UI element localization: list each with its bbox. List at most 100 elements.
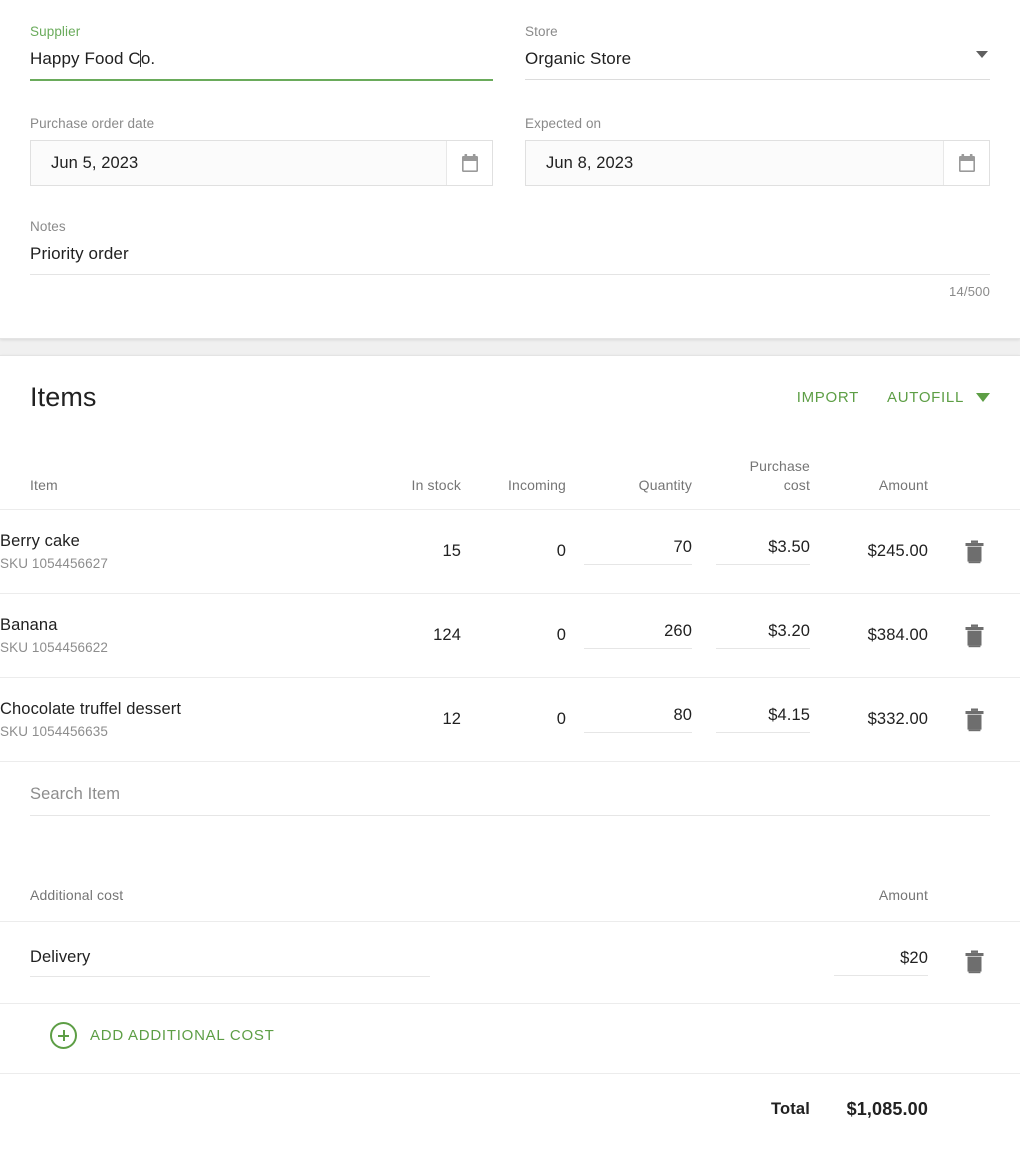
item-purchase-cost-cell: $3.50: [692, 510, 810, 594]
item-name: Chocolate truffel dessert: [0, 698, 348, 720]
additional-cost-spacer-2: [461, 840, 566, 922]
chevron-down-icon[interactable]: [976, 51, 988, 58]
trash-icon: [964, 950, 985, 974]
additional-cost-spacer-5: [928, 840, 1020, 922]
total-trailing-cell: [928, 1073, 1020, 1145]
supplier-label: Supplier: [30, 23, 493, 40]
delete-item-button[interactable]: [957, 703, 991, 737]
supplier-value-after-caret: o.: [141, 49, 155, 68]
additional-cost-name-input[interactable]: Delivery: [30, 948, 430, 977]
item-cell: Berry cake SKU 1054456627: [0, 510, 348, 594]
item-amount: $245.00: [810, 510, 928, 594]
supplier-underline: [30, 79, 493, 81]
item-delete-cell: [928, 594, 1020, 678]
supplier-value-before-caret: Happy Food C: [30, 49, 141, 68]
item-name: Berry cake: [0, 530, 348, 552]
notes-field[interactable]: Notes Priority order 14/500: [30, 218, 990, 299]
supplier-input[interactable]: Happy Food Co.: [30, 48, 493, 79]
quantity-input[interactable]: 70: [584, 538, 692, 565]
add-additional-cost-row: ADD ADDITIONAL COST: [0, 1003, 1020, 1073]
add-additional-cost-button[interactable]: ADD ADDITIONAL COST: [50, 1022, 275, 1049]
items-card: Items IMPORT AUTOFILL Item In stock Inco…: [0, 355, 1020, 1153]
column-header-amount: Amount: [810, 413, 928, 510]
items-table: Item In stock Incoming Quantity Purchase…: [0, 413, 1020, 1145]
add-additional-cost-label: ADD ADDITIONAL COST: [90, 1027, 275, 1044]
search-item-input[interactable]: Search Item: [30, 785, 990, 816]
item-incoming: 0: [461, 678, 566, 762]
store-field[interactable]: Store Organic Store: [525, 23, 990, 81]
store-label: Store: [525, 23, 990, 40]
purchase-cost-line2: cost: [784, 477, 810, 493]
item-incoming: 0: [461, 510, 566, 594]
column-header-purchase-cost: Purchase cost: [692, 413, 810, 510]
trash-icon: [964, 708, 985, 732]
purchase-order-page: Supplier Happy Food Co. Store Organic St…: [0, 0, 1020, 1153]
column-header-in-stock: In stock: [348, 413, 461, 510]
expected-on-input[interactable]: Jun 8, 2023: [526, 141, 943, 185]
item-purchase-cost-cell: $3.20: [692, 594, 810, 678]
table-row: Chocolate truffel dessert SKU 1054456635…: [0, 678, 1020, 762]
item-sku: SKU 1054456627: [0, 554, 348, 573]
items-header: Items IMPORT AUTOFILL: [0, 356, 1020, 413]
item-quantity-cell: 70: [566, 510, 692, 594]
store-select-value[interactable]: Organic Store: [525, 48, 990, 79]
expected-on-field[interactable]: Expected on Jun 8, 2023: [525, 115, 990, 186]
purchase-order-date-label: Purchase order date: [30, 115, 493, 132]
column-header-item: Item: [0, 413, 348, 510]
quantity-input[interactable]: 260: [584, 622, 692, 649]
item-name: Banana: [0, 614, 348, 636]
additional-cost-spacer-3: [566, 840, 692, 922]
column-header-quantity: Quantity: [566, 413, 692, 510]
item-cell: Banana SKU 1054456622: [0, 594, 348, 678]
additional-cost-gap-cell: [692, 921, 810, 1003]
item-incoming: 0: [461, 594, 566, 678]
item-amount: $332.00: [810, 678, 928, 762]
delete-additional-cost-button[interactable]: [957, 945, 991, 979]
quantity-input[interactable]: 80: [584, 706, 692, 733]
additional-cost-amount-cell: $20: [810, 921, 928, 1003]
purchase-order-date-field[interactable]: Purchase order date Jun 5, 2023: [30, 115, 493, 186]
additional-cost-amount-input[interactable]: $20: [834, 949, 928, 976]
total-spacer-cell: [0, 1073, 692, 1145]
trash-icon: [964, 624, 985, 648]
item-sku: SKU 1054456635: [0, 722, 348, 741]
notes-label: Notes: [30, 218, 990, 235]
notes-input[interactable]: Priority order: [30, 243, 990, 274]
additional-cost-spacer-1: [348, 840, 461, 922]
purchase-cost-input[interactable]: $3.20: [716, 622, 810, 649]
order-details-card: Supplier Happy Food Co. Store Organic St…: [0, 0, 1020, 339]
expected-on-box[interactable]: Jun 8, 2023: [525, 140, 990, 186]
notes-char-counter: 14/500: [30, 275, 990, 299]
import-button[interactable]: IMPORT: [797, 389, 859, 406]
trash-icon: [964, 540, 985, 564]
search-item-row: Search Item: [0, 762, 1020, 840]
autofill-button[interactable]: AUTOFILL: [887, 389, 964, 406]
item-quantity-cell: 80: [566, 678, 692, 762]
purchase-order-date-input[interactable]: Jun 5, 2023: [31, 141, 446, 185]
purchase-cost-input[interactable]: $3.50: [716, 538, 810, 565]
chevron-down-icon[interactable]: [976, 393, 990, 402]
search-item-cell: Search Item: [0, 762, 1020, 840]
plus-circle-icon: [50, 1022, 77, 1049]
store-underline: [525, 79, 990, 80]
item-sku: SKU 1054456622: [0, 638, 348, 657]
total-value: $1,085.00: [810, 1073, 928, 1145]
items-header-actions: IMPORT AUTOFILL: [797, 389, 990, 406]
item-in-stock: 15: [348, 510, 461, 594]
delete-item-button[interactable]: [957, 535, 991, 569]
delete-item-button[interactable]: [957, 619, 991, 653]
column-header-incoming: Incoming: [461, 413, 566, 510]
additional-cost-delete-cell: [928, 921, 1020, 1003]
supplier-field[interactable]: Supplier Happy Food Co.: [30, 23, 493, 81]
purchase-cost-input[interactable]: $4.15: [716, 706, 810, 733]
purchase-order-date-picker-button[interactable]: [446, 141, 492, 185]
add-additional-cost-cell: ADD ADDITIONAL COST: [0, 1003, 1020, 1073]
item-cell: Chocolate truffel dessert SKU 1054456635: [0, 678, 348, 762]
item-quantity-cell: 260: [566, 594, 692, 678]
expected-on-date-picker-button[interactable]: [943, 141, 989, 185]
item-delete-cell: [928, 678, 1020, 762]
items-table-body: Berry cake SKU 1054456627 15 0 70 $3.50 …: [0, 510, 1020, 1146]
additional-cost-header-amount: Amount: [810, 840, 928, 922]
purchase-order-date-box[interactable]: Jun 5, 2023: [30, 140, 493, 186]
item-in-stock: 12: [348, 678, 461, 762]
